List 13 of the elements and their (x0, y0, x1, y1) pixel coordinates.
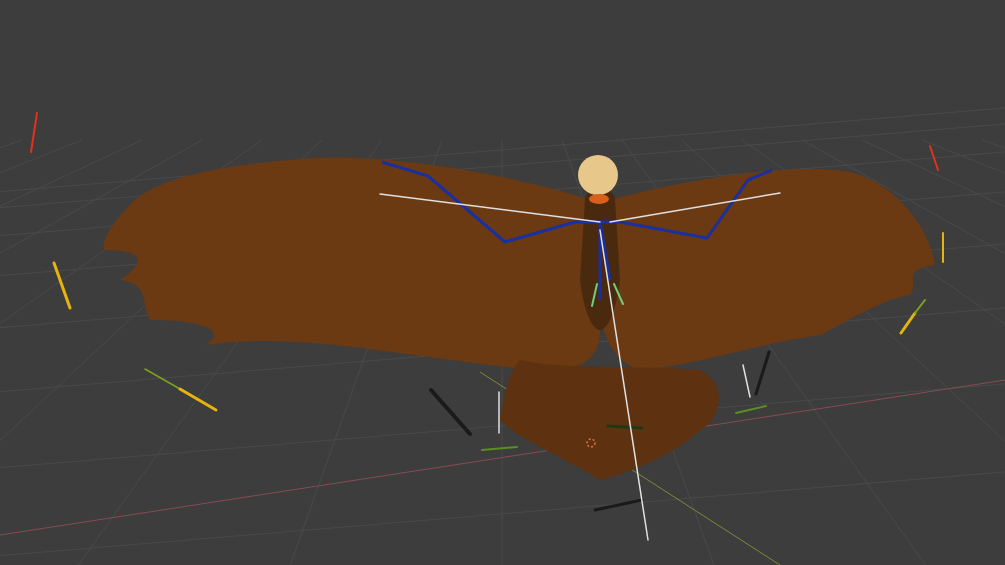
bone-line (30, 112, 38, 153)
bone-line (178, 387, 218, 412)
origin-cursor-icon (586, 438, 596, 448)
bone-line (754, 350, 771, 396)
bone-line (929, 145, 939, 171)
bone-line (498, 391, 500, 434)
bone-line (742, 364, 751, 398)
bone-line (52, 261, 72, 310)
bone-line (942, 232, 944, 263)
bone-line (481, 446, 518, 451)
bone-line (735, 405, 767, 414)
bone-line (144, 368, 181, 390)
bone-line (429, 388, 472, 436)
